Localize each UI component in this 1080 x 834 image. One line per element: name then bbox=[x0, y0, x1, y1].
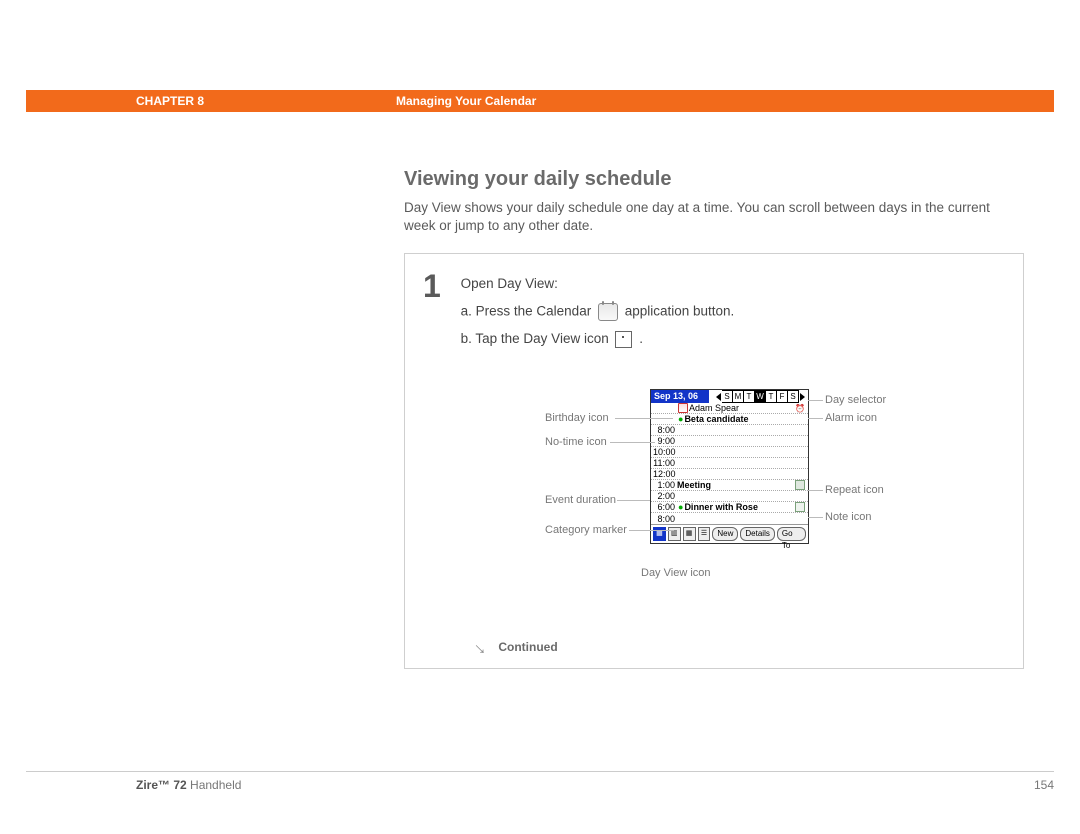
palm-footer: ▦ ▥ ▦ ☰ New Details Go To bbox=[651, 524, 808, 543]
palm-row[interactable]: 11:00 bbox=[651, 458, 808, 469]
birthday-icon bbox=[678, 403, 688, 413]
leader-line bbox=[808, 400, 823, 401]
category-marker-icon: ● bbox=[678, 415, 683, 423]
leader-line bbox=[617, 500, 650, 501]
row-text: Meeting bbox=[677, 480, 794, 490]
palm-dayview-screenshot: Sep 13, 06 S M T W T F S Adam Spea bbox=[650, 389, 809, 544]
details-button[interactable]: Details bbox=[740, 527, 774, 541]
row-text: Adam Spear bbox=[689, 403, 794, 413]
row-time: 8:00 bbox=[653, 425, 677, 435]
palm-row[interactable]: 9:00 bbox=[651, 436, 808, 447]
annot-duration: Event duration bbox=[545, 494, 616, 506]
annot-alarm: Alarm icon bbox=[825, 412, 877, 424]
palm-header: Sep 13, 06 S M T W T F S bbox=[651, 390, 808, 403]
palm-row[interactable]: Adam Spear ⏰ bbox=[651, 403, 808, 414]
palm-row[interactable]: 8:00 bbox=[651, 425, 808, 436]
palm-row[interactable]: 1:00 Meeting bbox=[651, 480, 808, 491]
day-cell[interactable]: F bbox=[777, 390, 788, 403]
day-view-icon bbox=[615, 331, 632, 348]
continued-marker: → Continued bbox=[473, 640, 558, 654]
palm-row[interactable]: 12:00 bbox=[651, 469, 808, 480]
palm-row[interactable]: 8:00 bbox=[651, 513, 808, 524]
row-text: Beta candidate bbox=[684, 414, 806, 424]
section-intro: Day View shows your daily schedule one d… bbox=[404, 199, 1024, 235]
row-time: 6:00 bbox=[653, 502, 677, 512]
continued-arrow-icon: → bbox=[472, 638, 492, 658]
step-b-suffix: . bbox=[639, 332, 643, 347]
chapter-header: CHAPTER 8 Managing Your Calendar bbox=[26, 90, 1054, 112]
leader-line bbox=[808, 490, 823, 491]
annot-repeat: Repeat icon bbox=[825, 484, 884, 496]
annot-notime: No-time icon bbox=[545, 436, 607, 448]
day-cell[interactable]: T bbox=[744, 390, 755, 403]
row-time: 1:00 bbox=[653, 480, 677, 490]
alarm-icon: ⏰ bbox=[795, 404, 805, 413]
palm-row[interactable]: 2:00 bbox=[651, 491, 808, 502]
day-cell[interactable]: S bbox=[722, 390, 733, 403]
product-rest: Handheld bbox=[187, 778, 242, 792]
annot-dayview: Day View icon bbox=[641, 567, 711, 579]
step-item-a: a. Press the Calendar application button… bbox=[461, 303, 1001, 321]
row-text: Dinner with Rose bbox=[684, 502, 794, 512]
calendar-app-icon bbox=[598, 303, 618, 321]
row-time: 9:00 bbox=[653, 436, 677, 446]
annot-birthday: Birthday icon bbox=[545, 412, 609, 424]
palm-row[interactable]: 6:00 ● Dinner with Rose bbox=[651, 502, 808, 513]
palm-row[interactable]: 10:00 bbox=[651, 447, 808, 458]
palm-rows: Adam Spear ⏰ ● Beta candidate 8:00 9:00 … bbox=[651, 403, 808, 524]
step-item-b: b. Tap the Day View icon . bbox=[461, 331, 1001, 348]
palm-date: Sep 13, 06 bbox=[651, 390, 709, 403]
step-a-suffix: application button. bbox=[625, 304, 735, 319]
section-title: Viewing your daily schedule bbox=[404, 168, 1024, 191]
view-agenda-icon[interactable]: ☰ bbox=[698, 527, 711, 541]
annot-category: Category marker bbox=[545, 524, 627, 536]
repeat-icon bbox=[795, 480, 805, 490]
content-column: Viewing your daily schedule Day View sho… bbox=[404, 168, 1024, 669]
step-lead: Open Day View: bbox=[461, 276, 1001, 291]
step-a-prefix: a. Press the Calendar bbox=[461, 304, 595, 319]
page-footer: Zire™ 72 Handheld 154 bbox=[26, 771, 1054, 792]
day-cell-selected[interactable]: W bbox=[755, 390, 766, 403]
annot-dayselector: Day selector bbox=[825, 394, 886, 406]
new-button[interactable]: New bbox=[712, 527, 738, 541]
row-time: 8:00 bbox=[653, 514, 677, 524]
palm-row[interactable]: ● Beta candidate bbox=[651, 414, 808, 425]
step-number: 1 bbox=[423, 268, 457, 305]
step-body: Open Day View: a. Press the Calendar app… bbox=[461, 268, 1001, 358]
leader-line bbox=[629, 530, 674, 531]
page-number: 154 bbox=[1034, 778, 1054, 792]
prev-week-arrow-icon[interactable] bbox=[716, 393, 721, 401]
category-marker-icon: ● bbox=[678, 503, 683, 511]
chapter-label: CHAPTER 8 bbox=[26, 90, 396, 112]
row-time: 12:00 bbox=[653, 469, 677, 479]
leader-line bbox=[808, 517, 823, 518]
view-month-icon[interactable]: ▦ bbox=[683, 527, 696, 541]
product-name: Zire™ 72 Handheld bbox=[26, 778, 241, 792]
product-bold: Zire™ 72 bbox=[136, 778, 187, 792]
step-b-prefix: b. Tap the Day View icon bbox=[461, 332, 613, 347]
day-cell[interactable]: M bbox=[733, 390, 744, 403]
goto-button[interactable]: Go To bbox=[777, 527, 806, 541]
leader-line bbox=[610, 442, 655, 443]
day-cell[interactable]: T bbox=[766, 390, 777, 403]
note-icon bbox=[795, 502, 805, 512]
row-time: 2:00 bbox=[653, 491, 677, 501]
next-week-arrow-icon[interactable] bbox=[800, 393, 805, 401]
leader-line bbox=[808, 418, 823, 419]
annot-note: Note icon bbox=[825, 511, 871, 523]
day-selector[interactable]: S M T W T F S bbox=[709, 390, 808, 403]
step-box: 1 Open Day View: a. Press the Calendar a… bbox=[404, 253, 1024, 669]
continued-label: Continued bbox=[498, 640, 557, 654]
day-cell[interactable]: S bbox=[788, 390, 799, 403]
row-time: 10:00 bbox=[653, 447, 677, 457]
chapter-title: Managing Your Calendar bbox=[396, 90, 536, 112]
row-time: 11:00 bbox=[653, 458, 677, 468]
leader-line bbox=[615, 418, 673, 419]
